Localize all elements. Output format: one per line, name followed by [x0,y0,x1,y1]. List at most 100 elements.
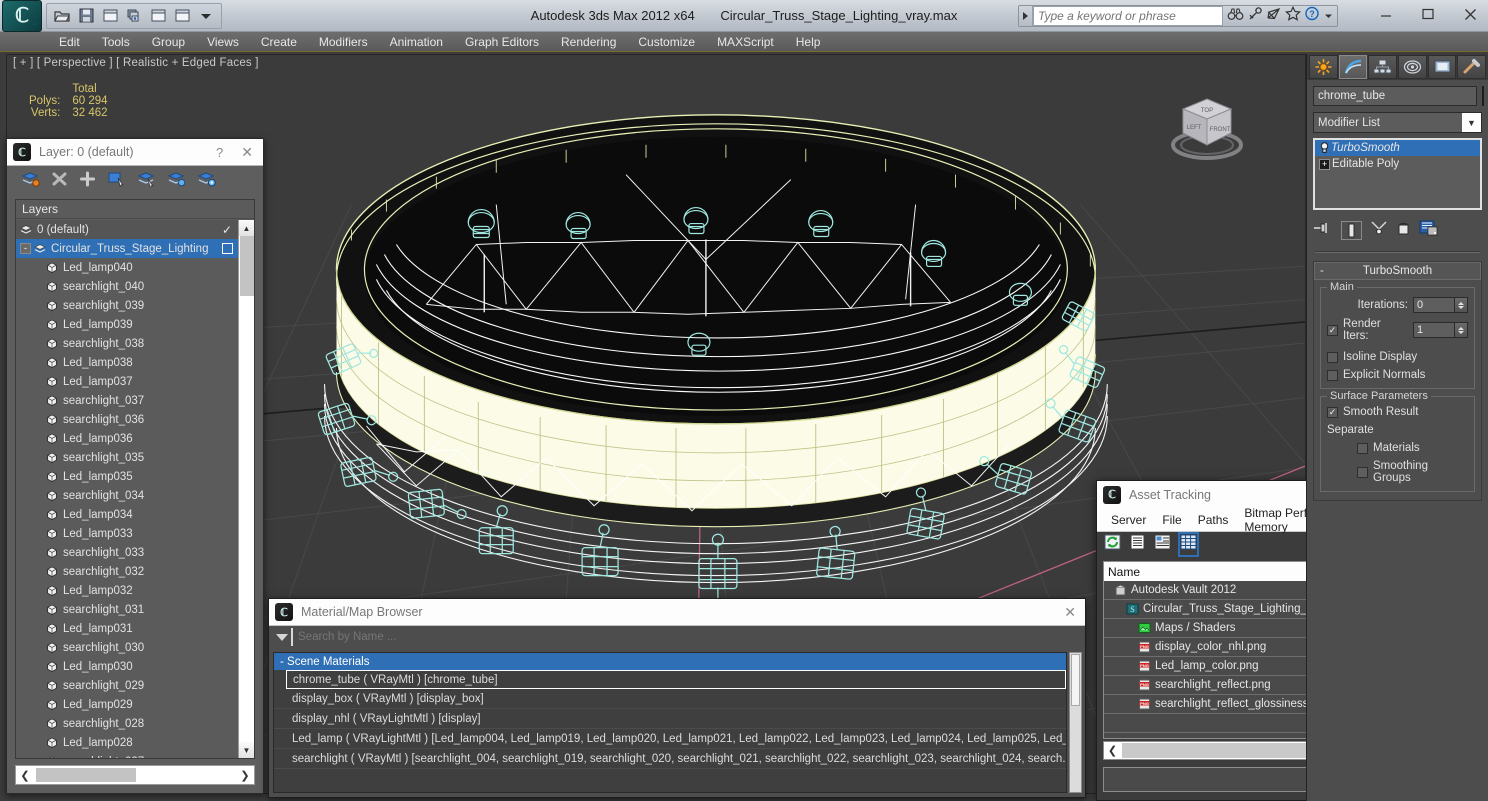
show-end-result-icon[interactable] [1341,220,1362,240]
asset-scroll-left-icon[interactable]: ❮ [1104,744,1121,757]
highlight-selected-objects-icon[interactable] [167,170,186,192]
iterations-row[interactable]: Iterations: 0 [1327,297,1468,313]
object-row[interactable]: Led_lamp029 [16,695,238,714]
create-new-layer-icon[interactable] [21,170,40,192]
object-row[interactable]: Led_lamp034 [16,505,238,524]
object-row[interactable]: searchlight_030 [16,638,238,657]
scroll-left-icon[interactable]: ❮ [16,769,34,782]
scroll-up-icon[interactable]: ▲ [239,220,254,236]
material-list-vertical-scrollbar[interactable] [1069,652,1082,793]
object-name-row[interactable] [1313,85,1484,107]
asset-menu-file[interactable]: File [1154,513,1189,527]
redo-icon[interactable] [147,5,169,27]
command-panel[interactable]: Modifier List ▼ TurboSmooth + Editable P… [1306,54,1488,801]
object-row[interactable]: Led_lamp031 [16,619,238,638]
select-objects-in-layer-icon[interactable] [107,170,126,192]
delete-layer-icon[interactable] [51,171,68,192]
help-icon[interactable]: ? [1304,6,1321,26]
separate-smoothing-groups-checkbox[interactable] [1357,466,1368,478]
object-row[interactable]: searchlight_027 [16,752,238,758]
material-search-input[interactable] [291,628,1081,646]
hscroll-thumb[interactable] [36,768,136,782]
details-view-icon[interactable] [1154,534,1171,555]
select-highlighted-objects-icon[interactable] [137,170,156,192]
menu-create[interactable]: Create [250,32,308,52]
material-browser-titlebar[interactable]: ℂ Material/Map Browser ✕ [269,599,1085,626]
object-row[interactable]: searchlight_033 [16,543,238,562]
menu-tools[interactable]: Tools [91,32,141,52]
explicit-normals-row[interactable]: Explicit Normals [1327,369,1468,381]
separate-materials-checkbox[interactable] [1357,442,1368,454]
object-row[interactable]: searchlight_034 [16,486,238,505]
object-row[interactable]: searchlight_037 [16,391,238,410]
app-menu-button[interactable]: ℂ [2,0,42,32]
layer-panel-toolbar[interactable] [7,166,263,196]
menu-modifiers[interactable]: Modifiers [308,32,379,52]
object-row[interactable]: Led_lamp039 [16,315,238,334]
object-row[interactable]: searchlight_038 [16,334,238,353]
create-tab-icon[interactable] [1309,55,1338,79]
utilities-tab-icon[interactable] [1457,55,1487,79]
object-row[interactable]: Led_lamp035 [16,467,238,486]
asset-menu-server[interactable]: Server [1103,513,1154,527]
layer-explorer-window[interactable]: ℂ Layer: 0 (default) ? ✕ Layers 0 (defau… [6,138,264,794]
smooth-result-checkbox[interactable]: ✓ [1327,406,1338,418]
layer-panel-close-button[interactable]: ✕ [241,144,253,161]
grid-view-icon[interactable] [1178,532,1199,557]
browser-options-caret-icon[interactable] [273,634,291,641]
turbosmooth-rollout[interactable]: - TurboSmooth Main Iterations: 0 ✓ Rende… [1313,261,1482,501]
object-row[interactable]: Led_lamp040 [16,258,238,277]
search-binoculars-icon[interactable] [1227,7,1244,26]
scene-materials-group-header[interactable]: - Scene Materials [274,653,1066,670]
modifier-stack-toolbar[interactable] [1313,217,1482,243]
isoline-display-row[interactable]: Isoline Display [1327,351,1468,363]
layer-list-vertical-scrollbar[interactable]: ▲ ▼ [238,220,254,758]
quick-access-toolbar[interactable] [46,2,222,29]
menu-edit[interactable]: Edit [48,32,91,52]
object-row[interactable]: Led_lamp028 [16,733,238,752]
menu-maxscript[interactable]: MAXScript [706,32,785,52]
chevron-down-icon[interactable]: ▼ [1462,113,1481,132]
window-icon[interactable] [171,5,193,27]
material-item[interactable]: chrome_tube ( VRayMtl ) [chrome_tube] [286,670,1066,689]
hierarchy-tab-icon[interactable] [1368,55,1398,79]
material-item[interactable]: searchlight ( VRayMtl ) [searchlight_004… [274,749,1066,769]
scroll-down-icon[interactable]: ▼ [239,742,254,758]
minimize-button[interactable] [1376,4,1396,24]
add-selection-to-layer-icon[interactable] [79,171,96,192]
menu-help[interactable]: Help [785,32,832,52]
layer-row[interactable]: - Circular_Truss_Stage_Lighting [16,239,238,258]
menu-bar[interactable]: Edit Tools Group Views Create Modifiers … [0,32,1488,52]
render-setup-icon[interactable] [123,5,145,27]
object-row[interactable]: searchlight_031 [16,600,238,619]
material-browser-search-row[interactable] [269,626,1085,648]
more-icon[interactable] [195,5,217,27]
save-icon[interactable] [75,5,97,27]
modifier-stack[interactable]: TurboSmooth + Editable Poly [1313,138,1482,210]
layer-panel-help-button[interactable]: ? [216,145,223,160]
subscription-key-icon[interactable] [1247,6,1263,26]
favorites-star-icon[interactable] [1285,5,1301,26]
motion-tab-icon[interactable] [1398,55,1427,79]
material-browser-close-button[interactable]: ✕ [1064,604,1076,621]
list-view-icon[interactable] [1130,534,1145,555]
modify-tab-icon[interactable] [1338,55,1368,79]
rollout-collapse-icon[interactable]: - [1320,265,1324,277]
material-list[interactable]: - Scene Materials chrome_tube ( VRayMtl … [273,652,1067,793]
render-iters-checkbox[interactable]: ✓ [1327,324,1338,336]
refresh-icon[interactable] [1104,534,1121,555]
active-layer-box-icon[interactable] [222,243,233,254]
configure-modifier-sets-icon[interactable] [1419,220,1438,241]
object-row[interactable]: searchlight_039 [16,296,238,315]
object-row[interactable]: searchlight_032 [16,562,238,581]
material-map-browser-window[interactable]: ℂ Material/Map Browser ✕ - Scene Materia… [268,598,1086,798]
modifier-stack-item-turbosmooth[interactable]: TurboSmooth [1315,140,1480,156]
iterations-field[interactable]: 0 [1413,297,1455,313]
scroll-thumb[interactable] [240,236,254,296]
menu-rendering[interactable]: Rendering [550,32,627,52]
menu-customize[interactable]: Customize [627,32,706,52]
infocenter[interactable]: ? [1018,5,1338,27]
menu-animation[interactable]: Animation [379,32,454,52]
object-row[interactable]: searchlight_036 [16,410,238,429]
render-iters-field[interactable]: 1 [1413,322,1455,338]
